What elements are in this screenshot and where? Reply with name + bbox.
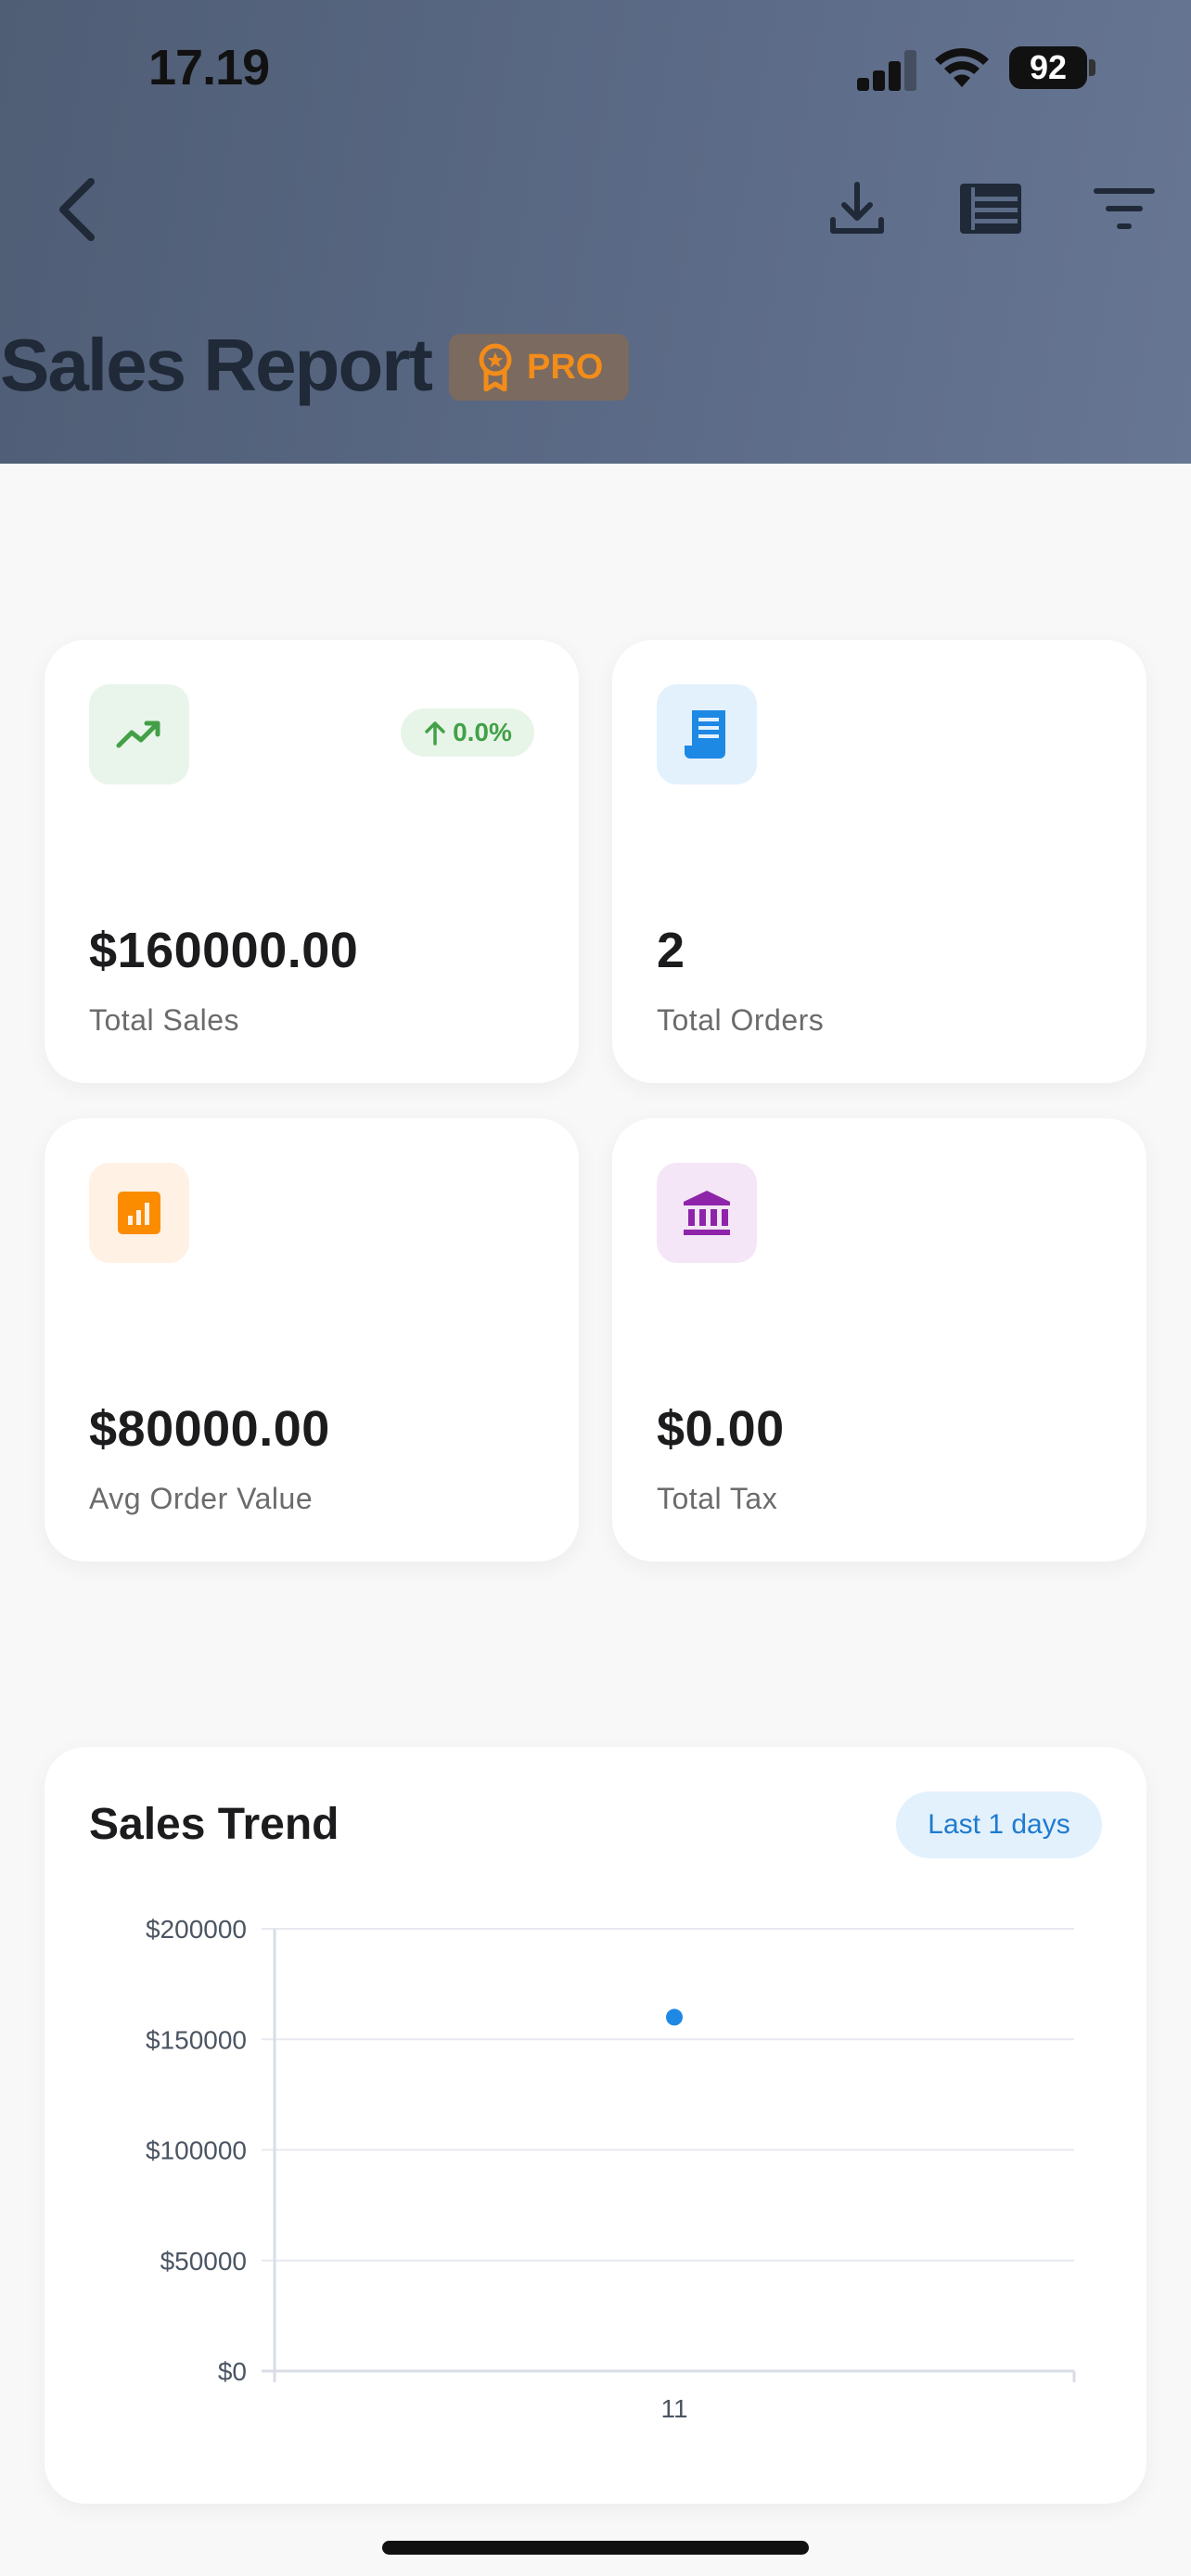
sales-trend-chart: $0 $50000 $100000 $150000 $200000 11 [146,1915,1076,2423]
y-tick-label: $150000 [146,2025,247,2054]
stat-label: Avg Order Value [89,1482,314,1515]
pro-badge: PRO [449,334,629,401]
page-title: Sales Report [0,324,433,406]
y-tick-label: $100000 [146,2136,247,2165]
y-tick-label: $200000 [146,1915,247,1944]
stat-value: 2 [657,923,685,978]
trend-badge: 0.0% [401,708,534,757]
back-button[interactable] [54,174,100,245]
stat-card-total-sales[interactable]: 0.0% $160000.00 Total Sales [45,640,579,1083]
status-time: 17.19 [148,40,270,96]
battery-icon: 92 [1009,46,1087,89]
bank-icon [684,1191,730,1235]
battery-level: 92 [1029,48,1068,86]
y-tick-label: $0 [218,2357,247,2386]
x-tick-label: 11 [660,2394,687,2423]
filter-icon [1094,188,1155,229]
stat-value: $80000.00 [89,1401,330,1457]
list-view-button[interactable] [957,176,1024,241]
y-tick-label: $50000 [160,2247,247,2276]
wifi-icon [935,47,989,87]
back-chevron-icon [59,178,95,241]
download-icon [830,182,884,234]
arrow-up-icon [425,721,445,746]
stat-value: $0.00 [657,1401,785,1457]
app-header: 17.19 92 Sales Report PRO [0,0,1191,464]
download-button[interactable] [824,176,890,241]
receipt-icon [685,710,725,759]
battery-nub [1089,59,1095,76]
stat-label: Total Tax [657,1482,778,1515]
signal-icon [857,50,918,91]
pro-badge-label: PRO [527,347,604,387]
stat-label: Total Orders [657,1003,825,1037]
filter-button[interactable] [1091,176,1158,241]
stat-card-total-tax[interactable]: $0.00 Total Tax [612,1118,1146,1562]
stat-card-avg-order-value[interactable]: $80000.00 Avg Order Value [45,1118,579,1562]
trending-up-icon [116,721,160,748]
sales-trend-card: Sales Trend Last 1 days $0 $50000 $100000 $… [45,1747,1146,2504]
stat-value: $160000.00 [89,923,359,978]
stat-icon-box [89,684,189,784]
stat-icon-box [657,1163,757,1263]
stat-card-total-orders[interactable]: 2 Total Orders [612,640,1146,1083]
data-point [666,2009,683,2026]
list-view-icon [960,184,1021,234]
stat-icon-box [657,684,757,784]
bar-chart-icon [118,1192,160,1234]
stat-label: Total Sales [89,1003,240,1037]
award-icon [479,343,512,391]
home-indicator [382,2541,809,2555]
stat-icon-box [89,1163,189,1263]
trend-value: 0.0% [453,718,512,746]
